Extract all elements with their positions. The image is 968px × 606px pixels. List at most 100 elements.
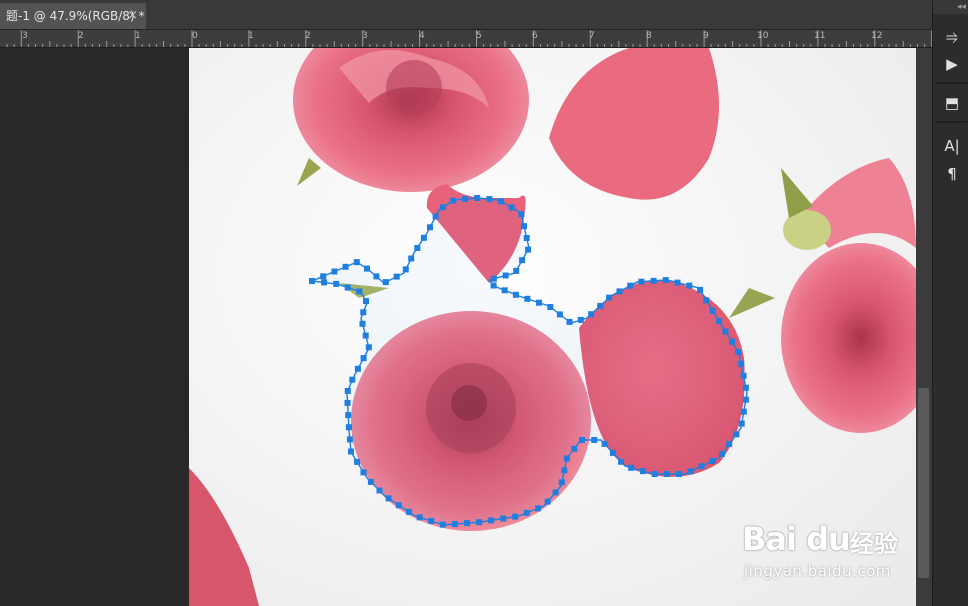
paragraph-icon[interactable]: ¶ — [939, 162, 965, 186]
anchor-point — [363, 298, 369, 305]
ruler-label: 1 — [135, 31, 141, 41]
anchor-point — [571, 445, 578, 452]
cube-3d-icon[interactable]: ⬒ — [939, 91, 965, 115]
anchor-point — [738, 420, 745, 427]
anchor-point — [650, 277, 657, 284]
anchor-point — [500, 515, 507, 522]
anchor-point — [402, 266, 409, 273]
anchor-point — [333, 280, 340, 287]
anchor-point — [420, 234, 427, 241]
ruler-label: 9 — [703, 31, 709, 41]
anchor-point — [686, 282, 693, 289]
ruler-label: 2 — [78, 31, 84, 41]
ruler-label: 8 — [646, 31, 652, 41]
anchor-point — [416, 514, 423, 521]
close-icon[interactable]: × — [127, 3, 138, 29]
anchor-point — [552, 489, 559, 496]
anchor-point — [561, 467, 568, 474]
horizontal-ruler[interactable]: 3 2 1 0 1 2 3 4 5 6 7 8 9 10 11 12 — [0, 30, 932, 48]
character-icon[interactable]: A| — [939, 134, 965, 158]
anchor-point — [513, 267, 520, 274]
anchor-point — [519, 257, 526, 264]
anchor-point — [719, 450, 725, 457]
history-icon[interactable]: ⥤ — [939, 24, 965, 48]
watermark-brand-cn: 经验 — [850, 530, 898, 558]
anchor-point — [365, 344, 372, 351]
collapse-panels-icon[interactable]: ◂◂ — [933, 0, 968, 14]
image-canvas[interactable]: Bai du 经验 jingyan.baidu.com — [189, 48, 916, 606]
anchor-point — [376, 487, 383, 494]
anchor-point — [601, 440, 608, 447]
document-tab-bar: 题-1 @ 47.9%(RGB/8) * × — [0, 0, 932, 30]
watermark-brand: Bai du — [742, 520, 851, 558]
anchor-point — [544, 498, 551, 505]
anchor-point — [588, 311, 595, 318]
anchor-point — [342, 263, 349, 270]
anchor-point — [651, 471, 658, 477]
anchor-point — [618, 458, 625, 465]
anchor-point — [523, 509, 530, 516]
anchor-point — [373, 273, 380, 280]
anchor-point — [662, 277, 669, 284]
anchor-point — [735, 349, 742, 356]
anchor-point — [697, 286, 704, 293]
anchor-point — [733, 431, 740, 438]
anchor-point — [674, 279, 681, 286]
anchor-point — [348, 448, 354, 455]
anchor-point — [408, 255, 415, 262]
ruler-label: 3 — [22, 31, 28, 41]
watermark-url: jingyan.baidu.com — [744, 562, 891, 580]
anchor-point — [628, 464, 635, 471]
anchor-point — [405, 508, 412, 515]
anchor-point — [488, 517, 495, 524]
anchor-point — [474, 195, 481, 201]
document-tab[interactable]: 题-1 @ 47.9%(RGB/8) * × — [0, 3, 146, 29]
anchor-point — [353, 259, 360, 266]
anchor-point — [345, 424, 352, 431]
anchor-point — [320, 273, 327, 280]
anchor-point — [676, 471, 682, 477]
anchor-point — [722, 328, 729, 335]
anchor-point — [356, 288, 363, 295]
anchor-point — [382, 279, 389, 286]
baidu-watermark: Bai du 经验 jingyan.baidu.com — [742, 498, 916, 594]
anchor-point — [726, 441, 733, 448]
anchor-point — [508, 204, 515, 211]
anchor-point — [638, 278, 645, 285]
ruler-label: 10 — [757, 31, 769, 41]
anchor-point — [579, 437, 585, 443]
anchor-point — [563, 455, 570, 462]
anchor-point — [428, 518, 435, 524]
anchor-point — [523, 235, 530, 241]
anchor-point — [490, 282, 497, 289]
anchor-point — [738, 360, 745, 367]
anchor-point — [687, 468, 694, 475]
anchor-point — [525, 246, 532, 253]
anchor-point — [627, 282, 634, 289]
anchor-point — [309, 278, 315, 284]
anchor-point — [364, 265, 370, 272]
anchor-point — [556, 311, 563, 318]
ruler-label: 0 — [192, 31, 198, 41]
anchor-point — [385, 495, 392, 502]
play-icon[interactable]: ▶ — [939, 52, 965, 76]
anchor-point — [354, 458, 361, 465]
vertical-scrollbar[interactable] — [916, 48, 932, 606]
anchor-point — [331, 268, 338, 275]
scrollbar-thumb[interactable] — [918, 388, 929, 578]
anchor-point — [345, 412, 352, 419]
anchor-point — [450, 197, 457, 204]
anchor-point — [321, 279, 328, 286]
anchor-point — [360, 309, 367, 316]
anchor-point — [729, 338, 735, 345]
anchor-point — [521, 223, 527, 230]
anchor-point — [591, 437, 598, 443]
anchor-point — [367, 478, 374, 485]
anchor-point — [501, 287, 508, 294]
ruler-label: 5 — [476, 31, 482, 41]
anchor-point — [512, 291, 519, 298]
anchor-point — [703, 297, 710, 304]
anchor-point — [462, 196, 469, 202]
anchor-point — [742, 384, 749, 391]
ruler-label: 1 — [248, 31, 254, 41]
